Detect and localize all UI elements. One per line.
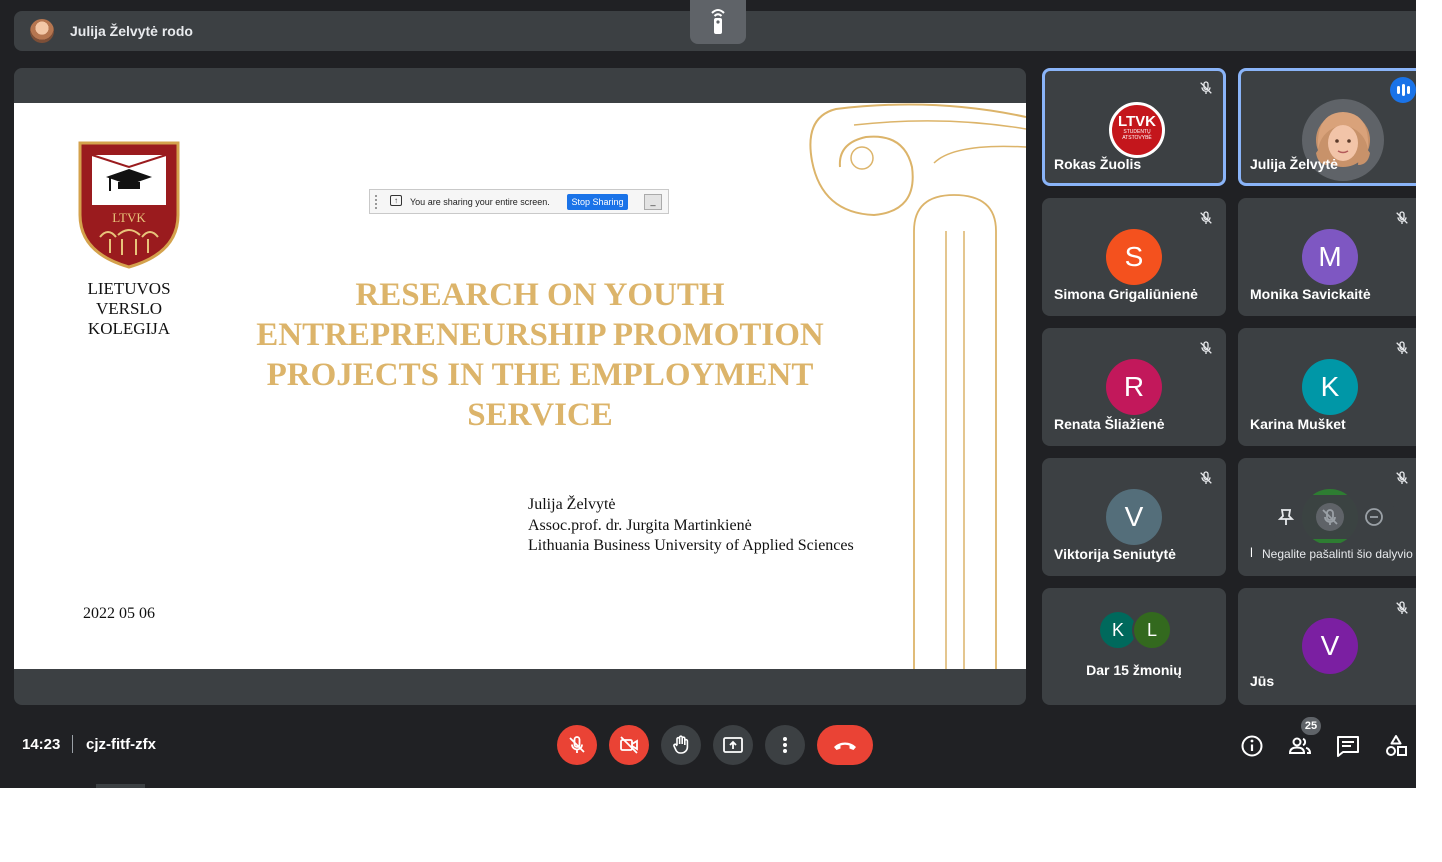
meeting-code: cjz-fitf-zfx [86,736,156,753]
author-line: Lithuania Business University of Applied… [528,537,854,554]
participant-hover-controls [1264,495,1396,539]
slide-authors: Julija Želvytė Assoc.prof. dr. Jurgita M… [528,495,854,557]
participant-name: Monika Savickaitė [1250,286,1371,302]
hang-up-icon [834,742,856,750]
people-icon [1288,737,1312,754]
mic-off-icon [1322,509,1338,525]
info-icon [1241,735,1263,757]
chat-button[interactable] [1335,733,1361,759]
more-participants-label: Dar 15 žmonių [1086,662,1182,678]
meeting-details-button[interactable] [1239,733,1265,759]
participant-name: Karina Mušket [1250,416,1346,432]
participant-name: Julija Želvytė [1250,156,1338,172]
present-screen-button[interactable] [713,725,753,765]
talking-indicator-icon [1390,77,1416,103]
mini-avatar: L [1132,610,1172,650]
participant-avatar: LTVK STUDENTŲ ATSTOVYBĖ [1109,102,1165,158]
participant-name: Jūs [1250,673,1275,689]
drag-handle[interactable] [375,195,377,209]
more-options-button[interactable] [765,725,805,765]
leave-call-button[interactable] [817,725,873,765]
mic-off-icon [1396,341,1408,354]
activities-icon [1386,735,1407,756]
raise-hand-button[interactable] [661,725,701,765]
participant-tile[interactable]: M Monika Savickaitė [1238,198,1416,316]
mic-off-icon [1200,81,1212,94]
mic-off-icon [569,736,585,753]
mute-participant-button[interactable] [1316,503,1344,531]
presentation-stage: LTVK LIETUVOS VERSLO KOLEGIJA ↑ You are … [14,68,1026,705]
divider [72,735,73,753]
mic-off-icon [1396,601,1408,614]
camera-off-icon [620,736,638,754]
participant-tile-hovered[interactable]: L Negalite pašalinti šio dalyvio [1238,458,1416,576]
participant-name: Viktorija Seniutytė [1054,546,1176,562]
more-participants-tile[interactable]: K L Dar 15 žmonių [1042,588,1226,705]
participant-avatar: R [1106,359,1162,415]
activities-button[interactable] [1383,733,1409,759]
college-name-line: KOLEGIJA [87,319,171,338]
mic-off-icon [1200,471,1212,484]
logo-badge-text: LTVK [112,210,146,225]
participant-count-badge: 25 [1301,717,1321,735]
college-name-line: VERSLO [95,299,163,318]
remove-tooltip: Negalite pašalinti šio dalyvio [1252,543,1416,565]
self-tile[interactable]: V Jūs [1238,588,1416,705]
present-screen-icon [723,737,743,753]
participant-avatar: M [1302,229,1358,285]
remove-participant-button[interactable] [1360,503,1388,531]
more-participants-avatars: K L [1098,610,1174,650]
pin-button[interactable] [1272,503,1300,531]
college-name: LIETUVOS VERSLO KOLEGIJA [56,279,202,339]
participant-name: Renata Šliažienė [1054,416,1165,432]
participant-tile[interactable]: R Renata Šliažienė [1042,328,1226,446]
chat-icon [1337,736,1359,757]
author-line: Assoc.prof. dr. Jurgita Martinkienė [528,516,752,534]
college-name-line: LIETUVOS [87,279,171,298]
hide-notification-button[interactable]: _ [644,194,662,210]
participant-tile[interactable]: Julija Želvytė [1238,68,1416,186]
mic-off-icon [1200,341,1212,354]
participant-tile[interactable]: K Karina Mušket [1238,328,1416,446]
screen-share-notification: ↑ You are sharing your entire screen. St… [369,189,669,214]
participant-tile[interactable]: S Simona Grigaliūnienė [1042,198,1226,316]
camera-button[interactable] [609,725,649,765]
taskbar-fragment [96,784,145,788]
avatar-badge-subtext: STUDENTŲ ATSTOVYBĖ [1122,129,1152,141]
participant-avatar: V [1302,618,1358,674]
people-button[interactable] [1287,733,1313,759]
share-screen-icon: ↑ [390,195,402,206]
college-logo: LTVK [78,141,180,269]
slide-title: RESEARCH ON YOUTH ENTREPRENEURSHIP PROMO… [256,277,824,433]
presenter-avatar [30,19,54,43]
participant-avatar: K [1302,359,1358,415]
participant-tile[interactable]: LTVK STUDENTŲ ATSTOVYBĖ Rokas Žuolis [1042,68,1226,186]
participant-name: Rokas Žuolis [1054,156,1142,172]
participant-name: Simona Grigaliūnienė [1054,286,1198,302]
mic-off-icon [1396,471,1408,484]
remote-icon [711,9,725,34]
presentation-slide: LTVK LIETUVOS VERSLO KOLEGIJA ↑ You are … [14,103,1026,669]
more-options-icon [783,737,787,753]
mic-off-icon [1200,211,1212,224]
stop-sharing-button[interactable]: Stop Sharing [567,194,628,210]
avatar-badge-text: LTVK [1117,113,1157,130]
slide-date: 2022 05 06 [83,605,155,622]
participant-avatar: V [1106,489,1162,545]
mic-off-icon [1396,211,1408,224]
pin-icon [1277,509,1295,525]
remove-icon [1365,508,1383,526]
participant-tile[interactable]: V Viktorija Seniutytė [1042,458,1226,576]
microphone-button[interactable] [557,725,597,765]
author-line: Julija Želvytė [528,496,616,513]
share-message: You are sharing your entire screen. [410,197,550,207]
meet-window: Julija Želvytė rodo LTVK LIETUVOS VERSLO… [0,0,1416,788]
meeting-time: 14:23 [22,736,61,753]
participant-avatar: S [1106,229,1162,285]
remote-control-button[interactable] [690,0,746,44]
raise-hand-icon [673,735,689,754]
presenter-text: Julija Želvytė rodo [70,23,193,39]
